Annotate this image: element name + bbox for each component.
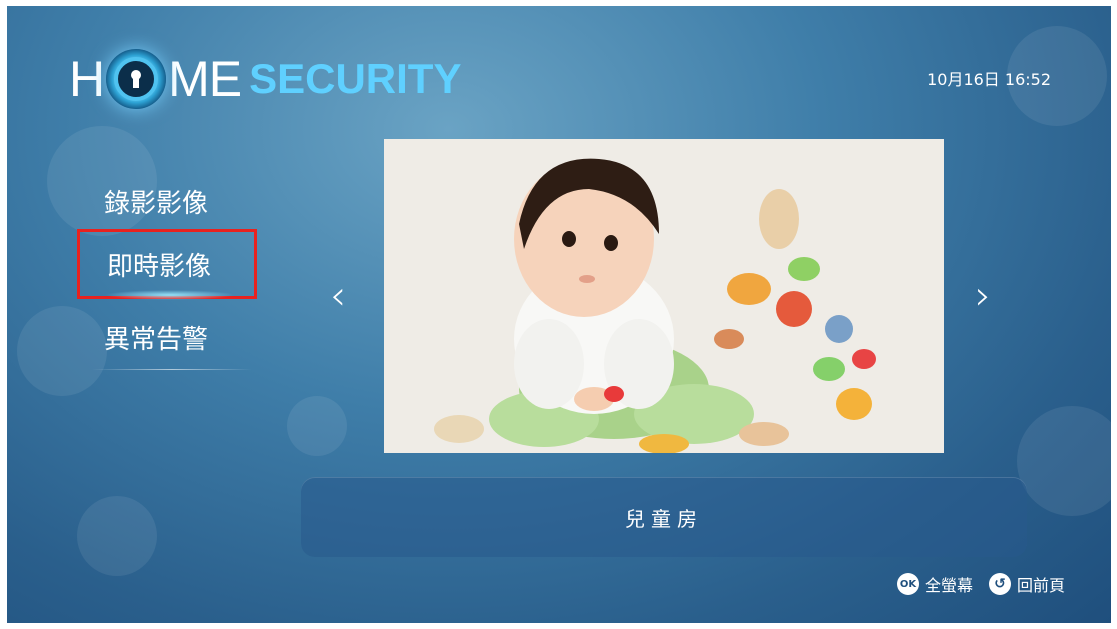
menu-item-live[interactable]: 即時影像 — [77, 229, 257, 300]
room-name: 兒童房 — [625, 506, 703, 531]
menu-item-alerts[interactable]: 異常告警 — [77, 302, 257, 372]
fullscreen-hint[interactable]: OK 全螢幕 — [896, 572, 973, 596]
menu-item-label: 即時影像 — [107, 251, 212, 282]
menu-item-label: 錄影影像 — [104, 188, 209, 219]
bokeh-light — [287, 396, 347, 456]
camera-live-view[interactable] — [384, 139, 944, 453]
selection-glow — [105, 290, 235, 300]
bokeh-light — [77, 496, 157, 576]
logo-word-security: SECURITY — [249, 55, 462, 102]
child-playing-image — [384, 139, 944, 453]
keyhole-icon — [106, 49, 167, 109]
home-security-logo: H ME SECURITY — [69, 44, 461, 114]
back-hint[interactable]: ↺ 回前頁 — [988, 572, 1065, 596]
menu-divider — [92, 369, 252, 370]
next-camera-arrow-icon[interactable]: › — [975, 276, 991, 316]
menu-item-recorded[interactable]: 錄影影像 — [77, 166, 257, 236]
menu-item-label: 異常告警 — [104, 324, 209, 355]
room-label-bar: 兒童房 — [301, 477, 1027, 557]
logo-letter-h: H — [69, 51, 105, 107]
bokeh-light — [1017, 406, 1111, 516]
fullscreen-label: 全螢幕 — [924, 576, 973, 595]
ok-button-icon: OK — [896, 573, 919, 595]
datetime: 10月16日 16:52 — [927, 70, 1051, 89]
prev-camera-arrow-icon[interactable]: ‹ — [330, 276, 346, 316]
tv-screen: H ME SECURITY 10月16日 16:52 錄影影像 即時影像 異常告… — [7, 6, 1111, 623]
back-arrow-icon: ↺ — [988, 573, 1011, 595]
button-hints: OK 全螢幕 ↺ 回前頁 — [881, 572, 1065, 596]
back-label: 回前頁 — [1016, 576, 1065, 595]
logo-letters-me: ME — [168, 51, 242, 107]
